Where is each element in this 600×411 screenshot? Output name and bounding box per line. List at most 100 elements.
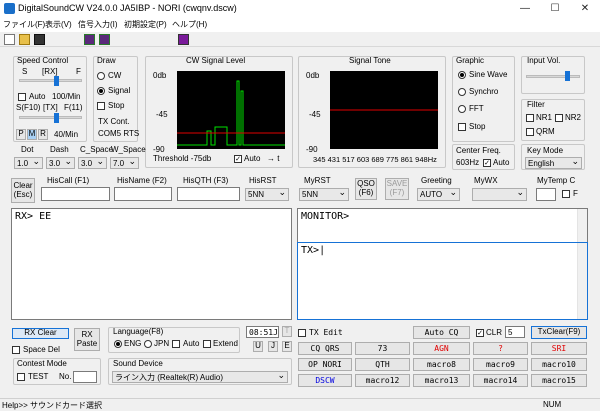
- open-folder-icon[interactable]: [19, 34, 30, 45]
- extend-checkbox[interactable]: [203, 340, 211, 348]
- macro-12-button[interactable]: macro12: [355, 374, 410, 387]
- tx-scrollbar[interactable]: [577, 243, 587, 319]
- tx-text-area[interactable]: TX>|: [297, 242, 588, 320]
- draw-cw-radio[interactable]: [97, 72, 105, 80]
- save-icon[interactable]: [34, 34, 45, 45]
- menu-file[interactable]: ファイル(F): [3, 19, 45, 30]
- maximize-button[interactable]: ☐: [540, 0, 570, 17]
- menu-help[interactable]: ヘルプ(H): [172, 19, 207, 30]
- cw-auto-checkbox[interactable]: ✓: [234, 155, 242, 163]
- save-qso-button[interactable]: SAVE (F7): [385, 178, 409, 200]
- hisname-input[interactable]: [114, 187, 172, 201]
- fft-label: FFT: [469, 104, 484, 113]
- macro-10-button[interactable]: macro10: [531, 358, 587, 371]
- language-auto-checkbox[interactable]: [172, 340, 180, 348]
- rx-clear-button[interactable]: RX Clear: [12, 328, 69, 339]
- macro-agn-button[interactable]: AGN: [413, 342, 470, 355]
- macro-73-button[interactable]: 73: [355, 342, 410, 355]
- test-checkbox[interactable]: [17, 373, 25, 381]
- macro-9-button[interactable]: macro9: [473, 358, 528, 371]
- rx-mode-icon[interactable]: [84, 34, 95, 45]
- nr2-checkbox[interactable]: [555, 114, 563, 122]
- menu-settings[interactable]: 初期設定(P): [124, 19, 167, 30]
- menu-bar: ファイル(F) 表示(V) 信号入力(I) 初期設定(P) ヘルプ(H): [0, 17, 600, 32]
- preset-p-button[interactable]: P: [16, 129, 26, 140]
- hiscall-input[interactable]: [41, 187, 110, 201]
- key-mode-select[interactable]: English: [525, 157, 582, 169]
- macro-15-button[interactable]: macro15: [531, 374, 587, 387]
- macro-op-nori-button[interactable]: OP NORI: [298, 358, 352, 371]
- e-button[interactable]: E: [282, 341, 292, 352]
- monitor-text-area[interactable]: MONITOR>: [297, 208, 588, 243]
- rx-paste-button[interactable]: RX Paste: [74, 328, 100, 351]
- graphic-stop-checkbox[interactable]: [458, 123, 466, 131]
- rx-text-area[interactable]: RX> EE: [11, 208, 292, 320]
- greeting-select[interactable]: AUTO: [417, 188, 460, 201]
- macro-sri-button[interactable]: SRI: [531, 342, 587, 355]
- minimize-button[interactable]: —: [510, 0, 540, 17]
- auto-cq-button[interactable]: Auto CQ: [413, 326, 470, 339]
- eng-radio[interactable]: [114, 340, 122, 348]
- new-file-icon[interactable]: [4, 34, 15, 45]
- tx-clear-button[interactable]: TxClear(F9): [531, 326, 587, 339]
- macro-dscw-button[interactable]: DSCW: [298, 374, 352, 387]
- mytemp-input[interactable]: [536, 188, 556, 201]
- c-space-select[interactable]: 3.0: [78, 157, 107, 169]
- u-button[interactable]: U: [253, 341, 263, 352]
- macro-13-button[interactable]: macro13: [413, 374, 470, 387]
- tx-edit-checkbox[interactable]: [298, 329, 306, 337]
- space-del-checkbox[interactable]: [12, 346, 20, 354]
- macro-8-button[interactable]: macro8: [413, 358, 470, 371]
- clr-checkbox[interactable]: ✓: [476, 329, 484, 337]
- auto-speed-checkbox[interactable]: [18, 93, 26, 101]
- menu-signal-input[interactable]: 信号入力(I): [78, 19, 118, 30]
- macro-14-button[interactable]: macro14: [473, 374, 528, 387]
- sound-device-select[interactable]: ライン入力 (Realtek(R) Audio): [112, 371, 288, 383]
- qso-button[interactable]: QSO (F6): [355, 178, 377, 200]
- macro-question-button[interactable]: ?: [473, 342, 528, 355]
- macro-cq-qrs-button[interactable]: CQ QRS: [298, 342, 352, 355]
- tx-mode-icon[interactable]: [99, 34, 110, 45]
- qrm-checkbox[interactable]: [526, 128, 534, 136]
- tx-speed-thumb[interactable]: [54, 113, 59, 123]
- contest-no-input[interactable]: [73, 371, 97, 383]
- draw-signal-radio[interactable]: [97, 87, 105, 95]
- nr1-checkbox[interactable]: [526, 114, 534, 122]
- hisrst-select[interactable]: 5NN: [245, 188, 289, 201]
- synchro-radio[interactable]: [458, 88, 466, 96]
- dash-select[interactable]: 3.0: [46, 157, 75, 169]
- jpn-radio[interactable]: [144, 340, 152, 348]
- preset-r-button[interactable]: R: [38, 129, 48, 140]
- draw-stop-checkbox[interactable]: [97, 102, 105, 110]
- rx-speed-track[interactable]: [19, 79, 82, 82]
- t-button[interactable]: T: [282, 326, 292, 337]
- input-volume-track[interactable]: [526, 75, 580, 78]
- mywx-select[interactable]: [472, 188, 527, 201]
- fahrenheit-checkbox[interactable]: [562, 190, 570, 198]
- preset-m-button[interactable]: M: [27, 129, 37, 140]
- center-freq-auto-checkbox[interactable]: ✓: [483, 159, 491, 167]
- monitor-icon[interactable]: [178, 34, 189, 45]
- input-volume-thumb[interactable]: [565, 71, 570, 81]
- clear-button[interactable]: Clear (Esc): [11, 178, 35, 203]
- w-space-select[interactable]: 7.0: [110, 157, 139, 169]
- j-button[interactable]: J: [268, 341, 278, 352]
- fft-radio[interactable]: [458, 105, 466, 113]
- graphic-group: Graphic Sine Wave Synchro FFT Stop: [452, 56, 515, 142]
- dash-label: Dash: [50, 145, 69, 154]
- signal-tone-y-mid: -45: [309, 110, 321, 119]
- rx-speed-thumb[interactable]: [54, 76, 59, 86]
- myrst-select[interactable]: 5NN: [299, 188, 349, 201]
- close-button[interactable]: ✕: [570, 0, 600, 17]
- input-volume-title: Input Vol.: [527, 56, 561, 65]
- dot-select[interactable]: 1.0: [14, 157, 43, 169]
- filter-title: Filter: [527, 100, 545, 109]
- hisqth-input[interactable]: [177, 187, 240, 201]
- clr-count-input[interactable]: 5: [505, 326, 525, 338]
- menu-view[interactable]: 表示(V): [45, 19, 72, 30]
- monitor-scrollbar[interactable]: [577, 209, 587, 242]
- graphic-title: Graphic: [456, 56, 485, 65]
- macro-qth-button[interactable]: QTH: [355, 358, 410, 371]
- sine-wave-radio[interactable]: [458, 71, 466, 79]
- tx-speed-track[interactable]: [19, 116, 82, 119]
